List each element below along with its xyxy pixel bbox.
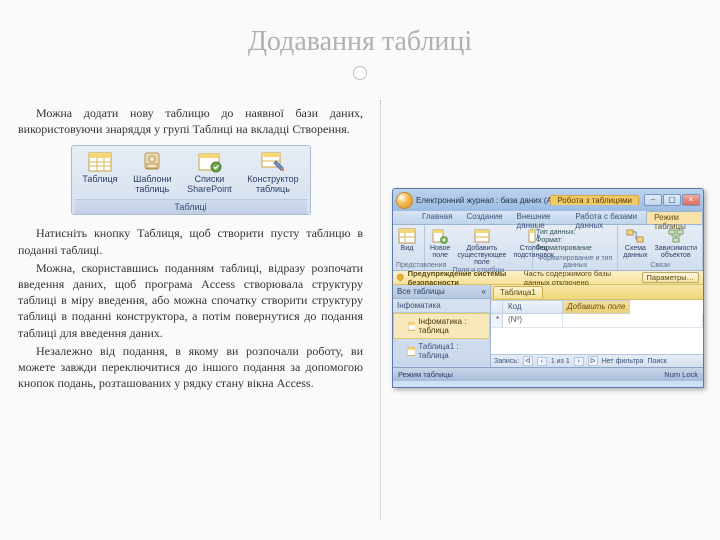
chevron-down-icon: « (482, 287, 486, 296)
document-area: Таблица1 Код Добавить поле * (Nº) Запись… (491, 285, 703, 367)
status-bar: Режим таблицы Num Lock (393, 367, 703, 381)
ribbon-item-label: Списки SharePoint (187, 175, 232, 194)
tab-database-tools[interactable]: Работа с базами данных (568, 211, 646, 224)
warning-options-button[interactable]: Параметры… (642, 272, 699, 283)
ribbon-group-fields-columns: Новое поле Добавить существующее поле Ст… (425, 225, 533, 270)
paragraph-4: Незалежно від подання, в якому ви розпоч… (18, 343, 363, 392)
tab-external-data[interactable]: Внешние данные (510, 211, 569, 224)
tab-create[interactable]: Создание (459, 211, 509, 224)
warning-label: Предупреждение системы безопасности (408, 269, 520, 287)
add-existing-field-button[interactable]: Добавить существующее поле (455, 227, 508, 267)
tab-home[interactable]: Главная (415, 211, 459, 224)
ribbon-button-label: Зависимости объектов (655, 245, 697, 259)
existing-field-icon (473, 228, 491, 244)
column-header-id[interactable]: Код (503, 300, 563, 314)
datasheet-view-icon (398, 228, 416, 244)
recnav-label: Запись: (494, 358, 519, 365)
close-button[interactable]: × (682, 194, 700, 206)
data-type-label: Тип данных: (536, 229, 576, 236)
datasheet-grid[interactable]: Код Добавить поле * (Nº) (491, 300, 703, 354)
format-label: Формат: (536, 237, 563, 244)
paragraph-2: Натисніть кнопку Таблиця, щоб створити п… (18, 225, 363, 257)
nav-section-header[interactable]: Інфоматика (393, 299, 490, 313)
ribbon-tabs: Главная Создание Внешние данные Работа с… (393, 211, 703, 225)
title-ornament (353, 66, 367, 80)
nav-pane-title: Все таблицы (397, 287, 445, 296)
nav-item-label: Інфоматика : таблица (418, 317, 485, 335)
ribbon-group-relationships: Схема данных Зависимости объектов Связи (618, 225, 703, 270)
contextual-tab-header: Робота з таблицями (550, 195, 639, 205)
warning-text: Часть содержимого базы данных отключено (524, 269, 638, 287)
cell-id-new[interactable]: (Nº) (503, 314, 563, 328)
object-dependencies-button[interactable]: Зависимости объектов (653, 227, 699, 260)
paragraph-3: Можна, скориставшись поданням таблиці, в… (18, 260, 363, 341)
access-window: Електронний журнал : база даних (Access … (392, 188, 704, 388)
shield-icon (397, 273, 404, 282)
recnav-filter[interactable]: Нет фильтра (602, 358, 644, 365)
security-warning-bar: Предупреждение системы безопасности Част… (393, 271, 703, 285)
recnav-search[interactable]: Поиск (647, 358, 666, 365)
recnav-prev-button[interactable]: ‹ (537, 357, 547, 366)
recnav-last-button[interactable]: ᐅ (588, 356, 598, 366)
record-navigator: Запись: ᐊ ‹ 1 из 1 › ᐅ Нет фильтра Поиск (491, 354, 703, 367)
relationships-icon (626, 228, 644, 244)
dependencies-icon (667, 228, 685, 244)
ribbon-item-table[interactable]: Таблиця (80, 150, 119, 196)
table-icon (407, 347, 415, 356)
status-numlock: Num Lock (664, 370, 698, 379)
ribbon-button-label: Вид (401, 245, 414, 252)
window-title: Електронний журнал : база даних (Access … (416, 196, 550, 205)
maximize-button[interactable]: ▢ (663, 194, 681, 206)
nav-item-selected[interactable]: Інфоматика : таблица (393, 313, 490, 339)
table-icon (87, 151, 113, 173)
ribbon: Вид Представления Новое поле Добавить су… (393, 225, 703, 271)
recnav-first-button[interactable]: ᐊ (523, 356, 533, 366)
ribbon-item-table-design[interactable]: Конструктор таблиць (245, 150, 300, 196)
cell-empty[interactable] (563, 314, 703, 328)
window-titlebar[interactable]: Електронний журнал : база даних (Access … (393, 189, 703, 211)
paragraph-1: Можна додати нову таблицю до наявної баз… (18, 105, 363, 137)
row-selector-header[interactable] (491, 300, 503, 314)
status-view-mode: Режим таблицы (398, 370, 453, 379)
formatting-label: Форматирование (536, 245, 592, 252)
view-button[interactable]: Вид (396, 227, 418, 253)
ribbon-item-label: Таблиця (82, 175, 117, 184)
relationships-button[interactable]: Схема данных (621, 227, 649, 260)
nav-item[interactable]: Таблица1 : таблица (393, 339, 490, 363)
document-tabs: Таблица1 (491, 285, 703, 300)
ribbon-item-label: Шаблони таблиць (133, 175, 171, 194)
page-title: Додавання таблиці (0, 0, 720, 58)
table-icon (408, 322, 415, 331)
body-text-column: Можна додати нову таблицю до наявної баз… (18, 105, 363, 393)
ribbon-group-title: Таблиці (75, 199, 307, 214)
table-templates-icon (139, 151, 165, 173)
ribbon-item-label: Конструктор таблиць (247, 175, 298, 194)
ribbon-button-label: Новое поле (430, 245, 450, 259)
office-button[interactable] (396, 192, 413, 209)
ribbon-group-formatting: Тип данных: Формат: Форматирование Форма… (533, 225, 618, 270)
document-tab[interactable]: Таблица1 (493, 286, 543, 298)
ribbon-item-sharepoint-lists[interactable]: Списки SharePoint (185, 150, 234, 196)
ribbon-item-table-templates[interactable]: Шаблони таблиць (131, 150, 173, 196)
new-field-button[interactable]: Новое поле (428, 227, 452, 260)
recnav-next-button[interactable]: › (574, 357, 584, 366)
ribbon-group-views: Вид Представления (393, 225, 425, 270)
sharepoint-icon (196, 151, 222, 173)
nav-pane-header[interactable]: Все таблицы « (393, 285, 490, 299)
navigation-pane[interactable]: Все таблицы « Інфоматика Інфоматика : та… (393, 285, 491, 367)
new-row-selector[interactable]: * (491, 314, 503, 328)
column-divider (380, 100, 381, 520)
create-tables-ribbon-group: Таблиця Шаблони таблиць Списки SharePoin… (71, 145, 311, 215)
ribbon-button-label: Добавить существующее поле (457, 245, 506, 266)
ribbon-button-label: Схема данных (623, 245, 647, 259)
add-field-column[interactable]: Добавить поле (563, 300, 630, 314)
recnav-position: 1 из 1 (551, 358, 570, 365)
tab-datasheet[interactable]: Режим таблицы (646, 211, 703, 224)
nav-item-label: Таблица1 : таблица (418, 342, 486, 360)
new-field-icon (431, 228, 449, 244)
minimize-button[interactable]: – (644, 194, 662, 206)
table-design-icon (260, 151, 286, 173)
